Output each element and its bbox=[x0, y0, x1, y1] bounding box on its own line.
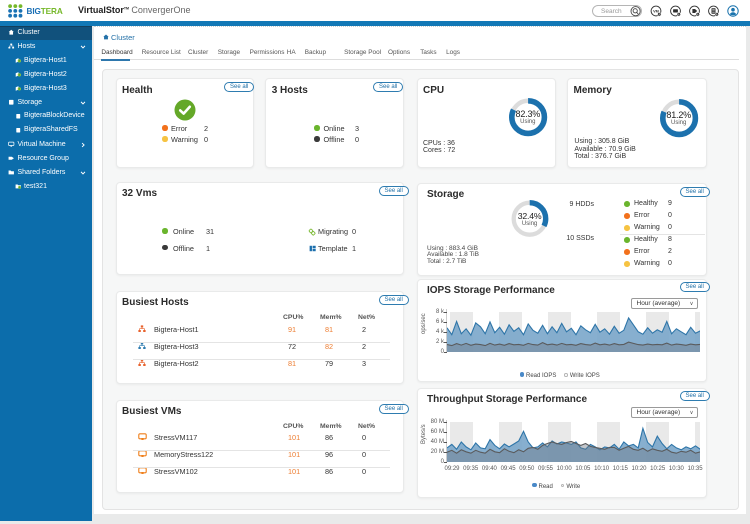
svg-text:+: + bbox=[716, 12, 718, 16]
svg-text:+: + bbox=[658, 12, 660, 16]
svg-text:+: + bbox=[697, 12, 699, 16]
svg-text:+: + bbox=[678, 12, 680, 16]
